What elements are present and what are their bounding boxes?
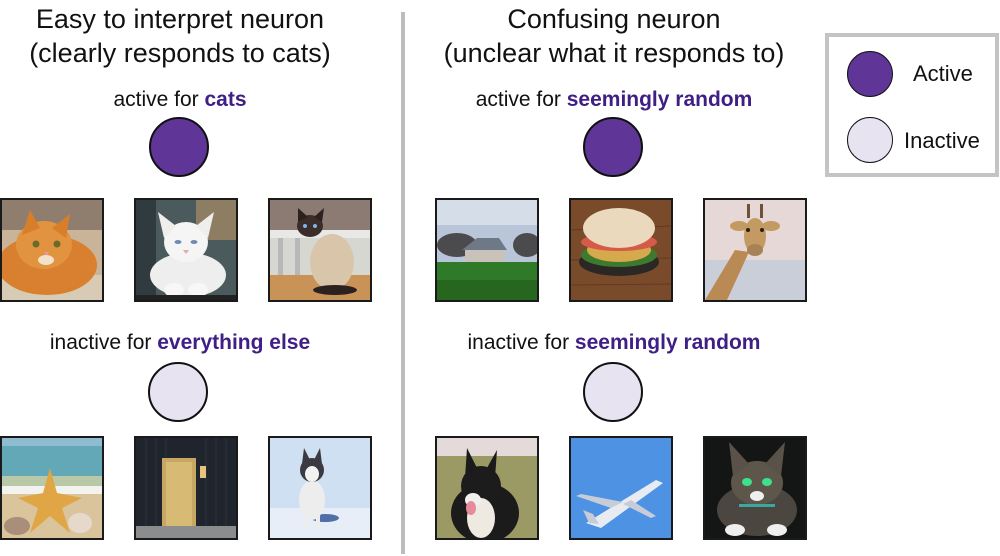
right-title-line2: (unclear what it responds to): [443, 38, 785, 68]
legend: Active Inactive: [825, 33, 999, 177]
left-title-line2: (clearly responds to cats): [29, 38, 331, 68]
image-sandwich: [569, 198, 673, 302]
left-inactive-prefix: inactive for: [49, 331, 152, 354]
image-airplane: [569, 436, 673, 540]
right-panel-title: Confusing neuron (unclear what it respon…: [414, 2, 814, 70]
right-inactive-highlight: seemingly random: [574, 331, 761, 354]
right-inactive-neuron: [583, 362, 643, 422]
right-active-prefix: active for: [475, 88, 561, 111]
right-title-line1: Confusing neuron: [507, 4, 721, 34]
right-active-highlight: seemingly random: [566, 88, 753, 111]
left-inactive-label: inactive for everything else: [0, 331, 360, 355]
image-giraffe: [703, 198, 807, 302]
right-inactive-label: inactive for seemingly random: [414, 331, 814, 355]
image-house: [435, 198, 539, 302]
legend-active-label: Active: [913, 61, 973, 86]
legend-inactive-swatch: [847, 117, 893, 163]
left-active-label: active for cats: [0, 88, 360, 112]
left-inactive-neuron: [148, 362, 208, 422]
left-active-prefix: active for: [113, 88, 199, 111]
panel-divider: [401, 12, 405, 554]
legend-inactive-label: Inactive: [904, 128, 980, 153]
right-active-neuron: [583, 117, 643, 177]
image-border-collie: [435, 436, 539, 540]
left-panel-title: Easy to interpret neuron (clearly respon…: [0, 2, 380, 70]
image-husky: [268, 436, 372, 540]
legend-active-swatch: [847, 51, 893, 97]
left-inactive-highlight: everything else: [157, 331, 311, 354]
image-white-cat: [134, 198, 238, 302]
left-active-neuron: [149, 117, 209, 177]
left-title-line1: Easy to interpret neuron: [35, 4, 325, 34]
left-active-highlight: cats: [204, 88, 247, 111]
right-inactive-prefix: inactive for: [467, 331, 570, 354]
image-orange-cat: [0, 198, 104, 302]
image-starfish: [0, 436, 104, 540]
image-door: [134, 436, 238, 540]
image-tabby-cat: [703, 436, 807, 540]
image-siamese-cat: [268, 198, 372, 302]
right-active-label: active for seemingly random: [414, 88, 814, 112]
